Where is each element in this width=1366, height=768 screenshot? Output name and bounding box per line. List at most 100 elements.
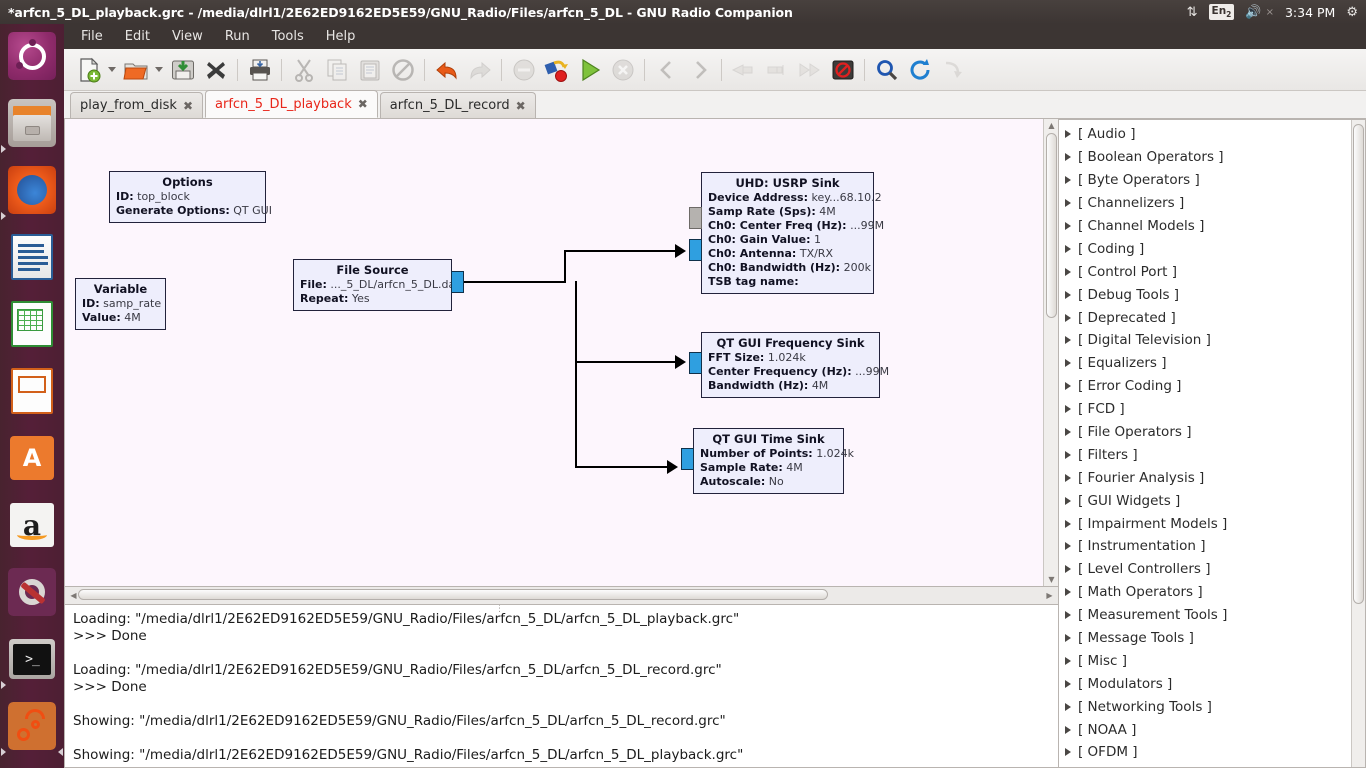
- block-tree-category[interactable]: [ NOAA ]: [1059, 718, 1365, 741]
- generate-button[interactable]: [540, 53, 573, 87]
- open-recent-dropdown[interactable]: [152, 53, 166, 87]
- save-button[interactable]: [166, 53, 199, 87]
- block-tree-category[interactable]: [ Error Coding ]: [1059, 375, 1365, 398]
- expand-triangle-icon[interactable]: [1065, 130, 1071, 139]
- expand-triangle-icon[interactable]: [1065, 542, 1071, 551]
- launcher-item-ubuntu-dash[interactable]: [0, 32, 64, 95]
- scroll-down-arrow[interactable]: ▼: [1044, 575, 1059, 584]
- expand-triangle-icon[interactable]: [1065, 313, 1071, 322]
- block-tree-category[interactable]: [ Misc ]: [1059, 649, 1365, 672]
- scroll-right-arrow[interactable]: ▶: [1042, 591, 1057, 600]
- close-icon[interactable]: ✖: [358, 97, 368, 111]
- block-tree-category[interactable]: [ Digital Television ]: [1059, 329, 1365, 352]
- block-tree-category[interactable]: [ FCD ]: [1059, 398, 1365, 421]
- expand-triangle-icon[interactable]: [1065, 222, 1071, 230]
- open-button[interactable]: [119, 53, 152, 87]
- tree-vertical-scrollbar[interactable]: [1351, 120, 1365, 767]
- tab-arfcn-5-dl-record[interactable]: arfcn_5_DL_record ✖: [379, 92, 536, 118]
- options-block[interactable]: Options ID: top_block Generate Options: …: [109, 171, 272, 223]
- block-tree-category[interactable]: [ Byte Operators ]: [1059, 169, 1365, 192]
- usrp-sink-message-port[interactable]: [689, 207, 702, 229]
- block-tree-category[interactable]: [ Equalizers ]: [1059, 352, 1365, 375]
- block-tree-category[interactable]: [ Message Tools ]: [1059, 627, 1365, 650]
- expand-triangle-icon[interactable]: [1065, 656, 1071, 665]
- new-flowgraph-button[interactable]: [72, 53, 105, 87]
- expand-triangle-icon[interactable]: [1065, 611, 1071, 620]
- launcher-item-firefox[interactable]: [0, 166, 64, 229]
- close-icon[interactable]: ✖: [183, 99, 193, 113]
- file-source-output-port[interactable]: [451, 271, 464, 293]
- block-tree-category[interactable]: [ Packet Operators ]: [1059, 764, 1365, 767]
- block-tree-category[interactable]: [ Fourier Analysis ]: [1059, 466, 1365, 489]
- expand-triangle-icon[interactable]: [1065, 244, 1071, 253]
- block-tree-category[interactable]: [ Filters ]: [1059, 443, 1365, 466]
- expand-triangle-icon[interactable]: [1065, 382, 1071, 391]
- launcher-item-system-settings[interactable]: [0, 568, 64, 631]
- block-tree-category[interactable]: [ Coding ]: [1059, 237, 1365, 260]
- expand-triangle-icon[interactable]: [1065, 496, 1071, 505]
- expand-triangle-icon[interactable]: [1065, 176, 1071, 185]
- tree-vscroll-thumb[interactable]: [1353, 124, 1364, 604]
- expand-triangle-icon[interactable]: [1065, 725, 1071, 734]
- expand-triangle-icon[interactable]: [1065, 588, 1071, 597]
- uhd-usrp-sink-block[interactable]: UHD: USRP Sink Device Address: key...68.…: [701, 172, 884, 294]
- qt-gui-frequency-sink-block[interactable]: QT GUI Frequency Sink FFT Size: 1.024k C…: [701, 332, 889, 398]
- expand-triangle-icon[interactable]: [1065, 565, 1071, 574]
- block-tree-panel[interactable]: [ Audio ] [ Boolean Operators ] [ Byte Ope…: [1059, 119, 1366, 768]
- expand-triangle-icon[interactable]: [1065, 679, 1071, 688]
- expand-triangle-icon[interactable]: [1065, 702, 1071, 711]
- menu-tools[interactable]: Tools: [261, 26, 315, 47]
- block-tree-category[interactable]: [ Modulators ]: [1059, 672, 1365, 695]
- block-tree-category[interactable]: [ Math Operators ]: [1059, 581, 1365, 604]
- block-tree-category[interactable]: [ GUI Widgets ]: [1059, 489, 1365, 512]
- block-tree-category[interactable]: [ Channel Models ]: [1059, 215, 1365, 238]
- scroll-up-arrow[interactable]: ▲: [1044, 121, 1059, 130]
- canvas-vscroll-thumb[interactable]: [1046, 133, 1057, 318]
- canvas-horizontal-scrollbar[interactable]: ◀ ▶: [64, 587, 1059, 605]
- close-button[interactable]: [199, 53, 232, 87]
- block-tree-category[interactable]: [ Networking Tools ]: [1059, 695, 1365, 718]
- expand-triangle-icon[interactable]: [1065, 634, 1071, 643]
- expand-triangle-icon[interactable]: [1065, 450, 1071, 459]
- flowgraph-canvas-area[interactable]: Options ID: top_block Generate Options: …: [64, 119, 1059, 587]
- network-icon[interactable]: ⇅: [1187, 6, 1198, 19]
- print-button[interactable]: [243, 53, 276, 87]
- block-tree-category[interactable]: [ Debug Tools ]: [1059, 283, 1365, 306]
- file-source-block[interactable]: File Source File: ..._5_DL/arfcn_5_DL.da…: [293, 259, 460, 311]
- expand-triangle-icon[interactable]: [1065, 748, 1071, 757]
- block-tree-category[interactable]: [ Channelizers ]: [1059, 192, 1365, 215]
- time-sink-input-port[interactable]: [681, 448, 694, 470]
- launcher-item-ubuntu-software[interactable]: A: [0, 434, 64, 497]
- qt-gui-time-sink-block[interactable]: QT GUI Time Sink Number of Points: 1.024…: [693, 428, 854, 494]
- find-block-button[interactable]: [870, 53, 903, 87]
- keyboard-layout-indicator[interactable]: En2: [1208, 3, 1235, 21]
- launcher-item-libreoffice-calc[interactable]: [0, 300, 64, 363]
- block-tree-category[interactable]: [ Control Port ]: [1059, 260, 1365, 283]
- expand-triangle-icon[interactable]: [1065, 405, 1071, 414]
- volume-icon[interactable]: 🔊: [1245, 6, 1261, 19]
- launcher-item-amazon[interactable]: a: [0, 501, 64, 564]
- expand-triangle-icon[interactable]: [1065, 336, 1071, 345]
- launcher-item-gnuradio-companion[interactable]: [0, 702, 64, 765]
- gear-icon[interactable]: ⚙: [1346, 6, 1358, 19]
- expand-triangle-icon[interactable]: [1065, 519, 1071, 528]
- block-tree-category[interactable]: [ Audio ]: [1059, 123, 1365, 146]
- block-tree-category[interactable]: [ Measurement Tools ]: [1059, 604, 1365, 627]
- block-tree-category[interactable]: [ Instrumentation ]: [1059, 535, 1365, 558]
- launcher-item-files[interactable]: [0, 99, 64, 162]
- console-splitter-grip[interactable]: ⋮: [495, 605, 505, 614]
- clock-label[interactable]: 3:34 PM: [1285, 5, 1335, 20]
- close-icon[interactable]: ✖: [516, 99, 526, 113]
- launcher-item-libreoffice-impress[interactable]: [0, 367, 64, 430]
- launcher-item-terminal[interactable]: >_: [0, 635, 64, 698]
- variable-block[interactable]: Variable ID: samp_rate Value: 4M: [75, 278, 166, 330]
- new-flowgraph-dropdown[interactable]: [105, 53, 119, 87]
- expand-triangle-icon[interactable]: [1065, 359, 1071, 368]
- block-tree-category[interactable]: [ Boolean Operators ]: [1059, 146, 1365, 169]
- expand-triangle-icon[interactable]: [1065, 290, 1071, 299]
- menu-help[interactable]: Help: [315, 26, 367, 47]
- block-tree-category[interactable]: [ OFDM ]: [1059, 741, 1365, 764]
- block-tree-category[interactable]: [ Impairment Models ]: [1059, 512, 1365, 535]
- console-panel[interactable]: ⋮ Loading: "/media/dlrl1/2E62ED9162ED5E5…: [64, 605, 1059, 768]
- flowgraph-canvas[interactable]: Options ID: top_block Generate Options: …: [65, 119, 1058, 586]
